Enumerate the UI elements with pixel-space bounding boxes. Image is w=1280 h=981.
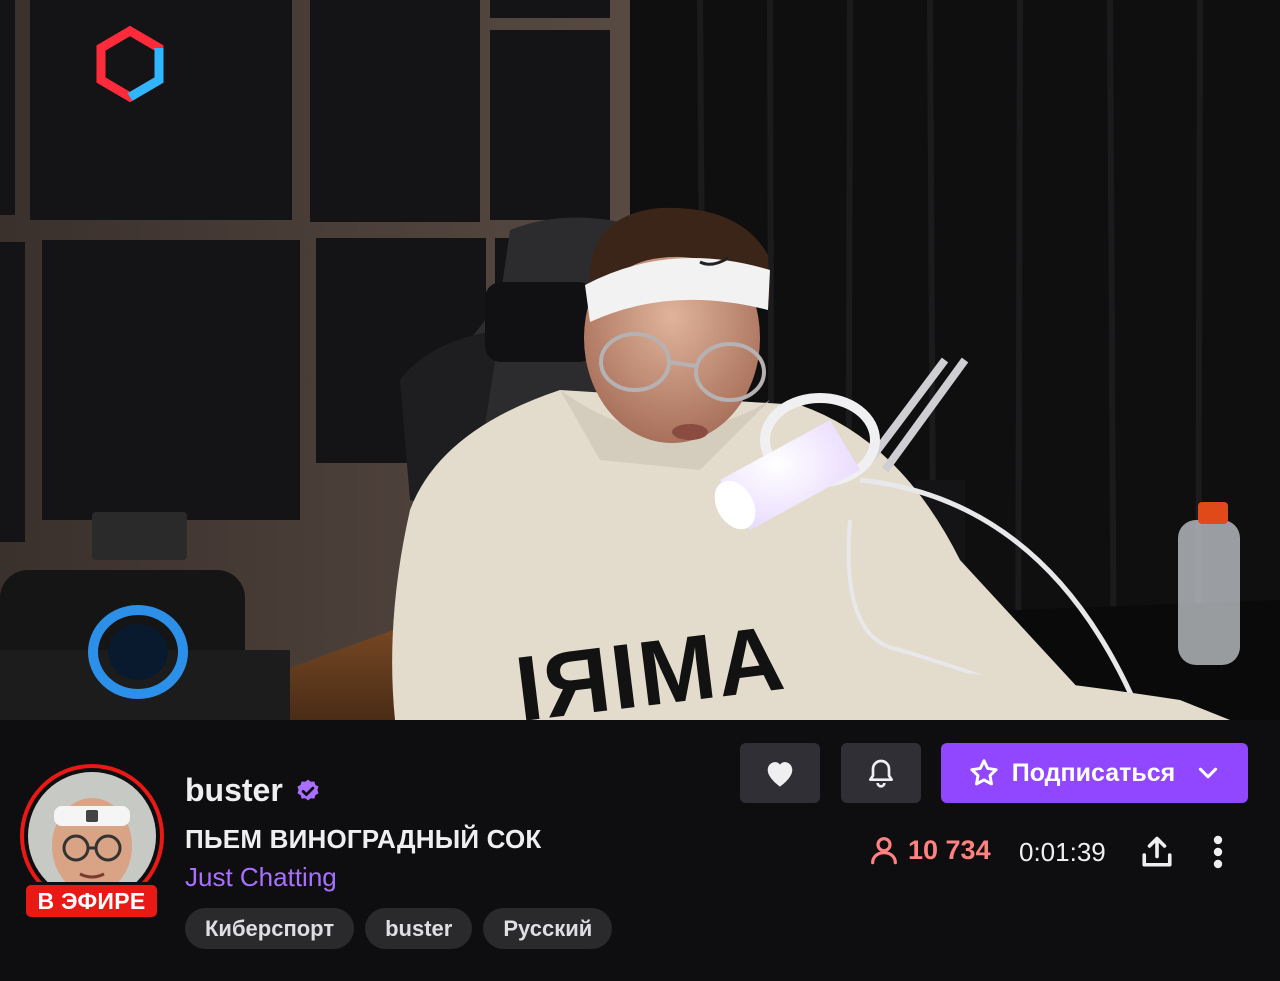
more-vertical-icon (1213, 835, 1223, 869)
share-icon (1142, 836, 1172, 867)
channel-info-bar: В ЭФИРЕ buster ПЬЕМ ВИНОГРАДНЫЙ СОК Just… (0, 720, 1280, 981)
follow-button[interactable] (740, 743, 820, 803)
stream-title: ПЬЕМ ВИНОГРАДНЫЙ СОК (185, 824, 542, 854)
tag-list: Киберспорт buster Русский (185, 908, 613, 949)
subscribe-label: Подписаться (1011, 758, 1176, 787)
bell-icon (869, 759, 893, 788)
more-options-button[interactable] (1198, 830, 1238, 874)
tag-chip[interactable]: buster (365, 908, 473, 949)
channel-name-text[interactable]: buster (185, 772, 283, 809)
person-icon (871, 837, 897, 865)
live-badge: В ЭФИРЕ (23, 882, 160, 920)
tag-chip[interactable]: Киберспорт (185, 908, 355, 949)
share-button[interactable] (1137, 830, 1177, 874)
viewer-count-value: 10 734 (908, 834, 991, 865)
avatar-image (28, 772, 156, 900)
verified-badge-icon (297, 779, 319, 800)
stream-frame: IЯIMA (0, 0, 1280, 720)
viewer-count: 10 734 (868, 834, 991, 866)
chevron-down-icon[interactable] (1195, 760, 1221, 786)
video-player[interactable]: IЯIMA (0, 0, 1280, 720)
category-link[interactable]: Just Chatting (185, 862, 337, 893)
subscribe-button[interactable]: Подписаться (941, 743, 1248, 803)
stream-uptime: 0:01:39 (1019, 837, 1106, 867)
star-icon (970, 759, 998, 786)
tag-chip[interactable]: Русский (483, 908, 613, 949)
notifications-button[interactable] (841, 743, 921, 803)
channel-name[interactable]: buster (185, 772, 321, 809)
heart-icon (767, 762, 793, 787)
